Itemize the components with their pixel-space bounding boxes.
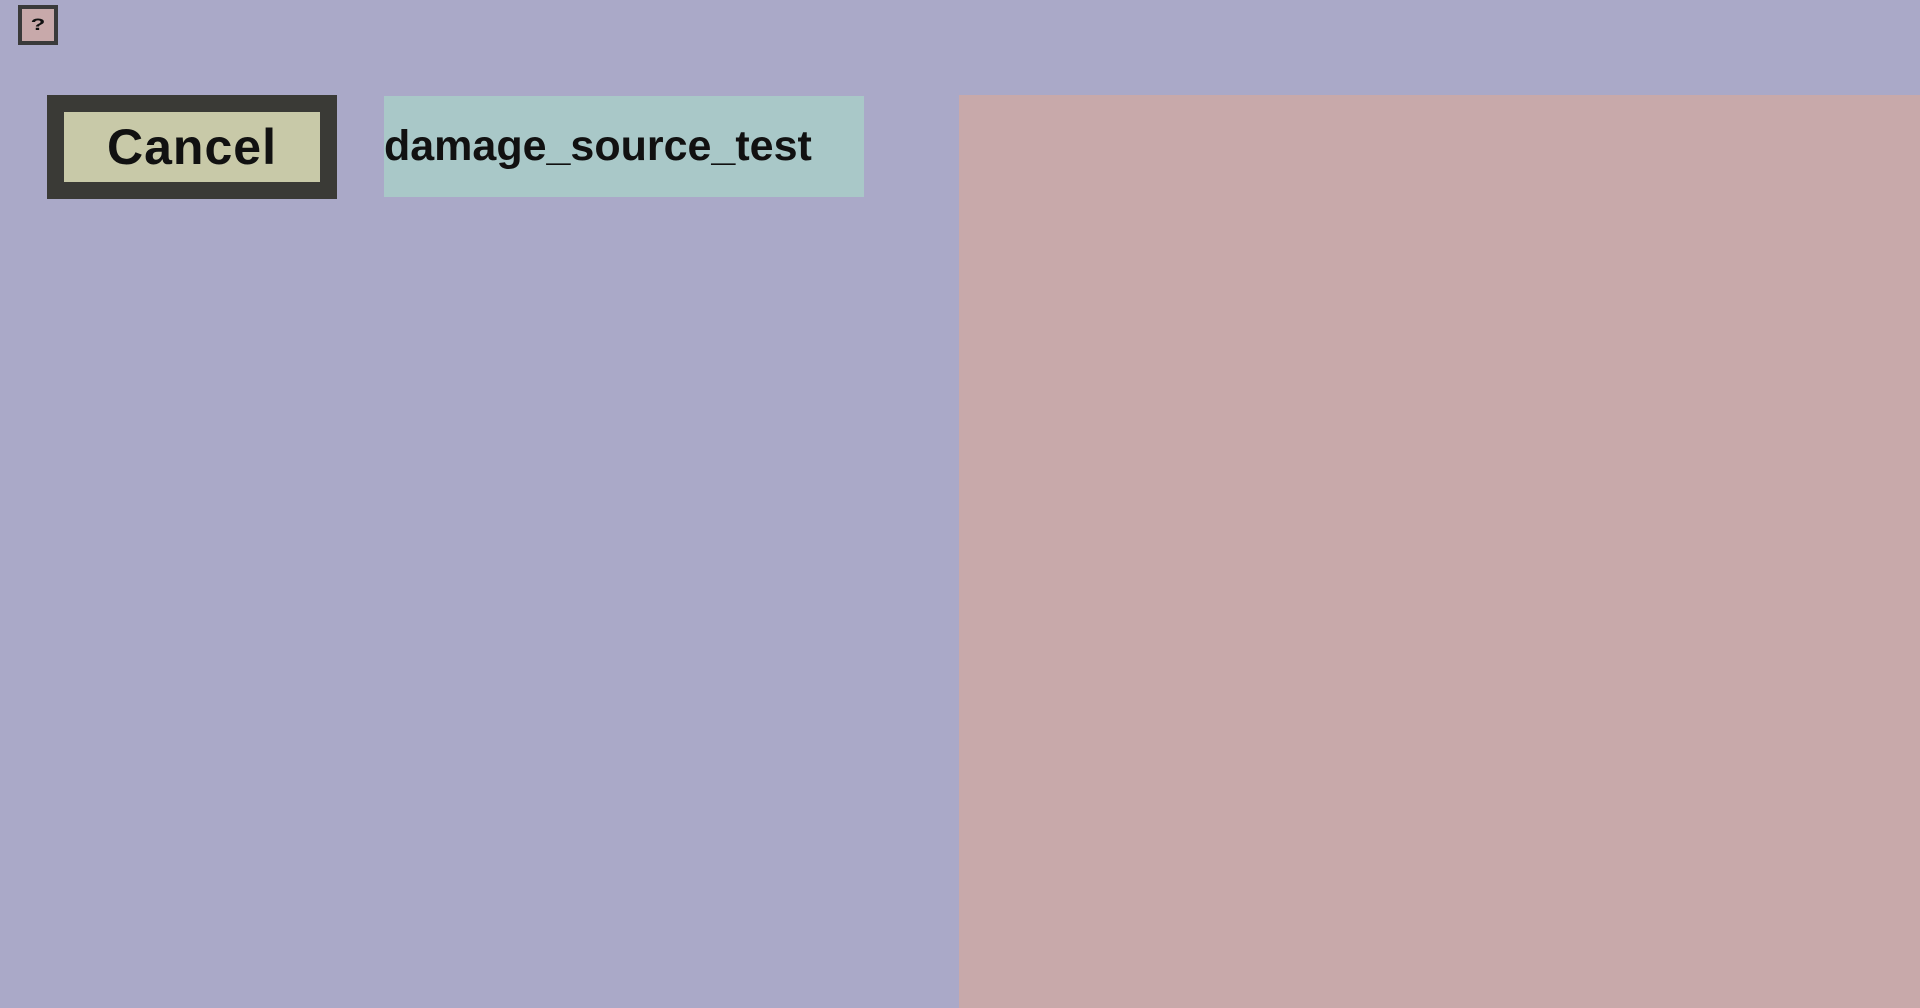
name-text-field[interactable]: damage_source_test — [384, 96, 864, 197]
name-field-value: damage_source_test — [384, 122, 812, 170]
cancel-button[interactable]: Cancel — [47, 95, 337, 199]
preview-panel — [959, 95, 1920, 1008]
help-button[interactable]: ? — [18, 5, 58, 45]
help-icon: ? — [30, 15, 46, 35]
cancel-button-label: Cancel — [107, 119, 277, 175]
